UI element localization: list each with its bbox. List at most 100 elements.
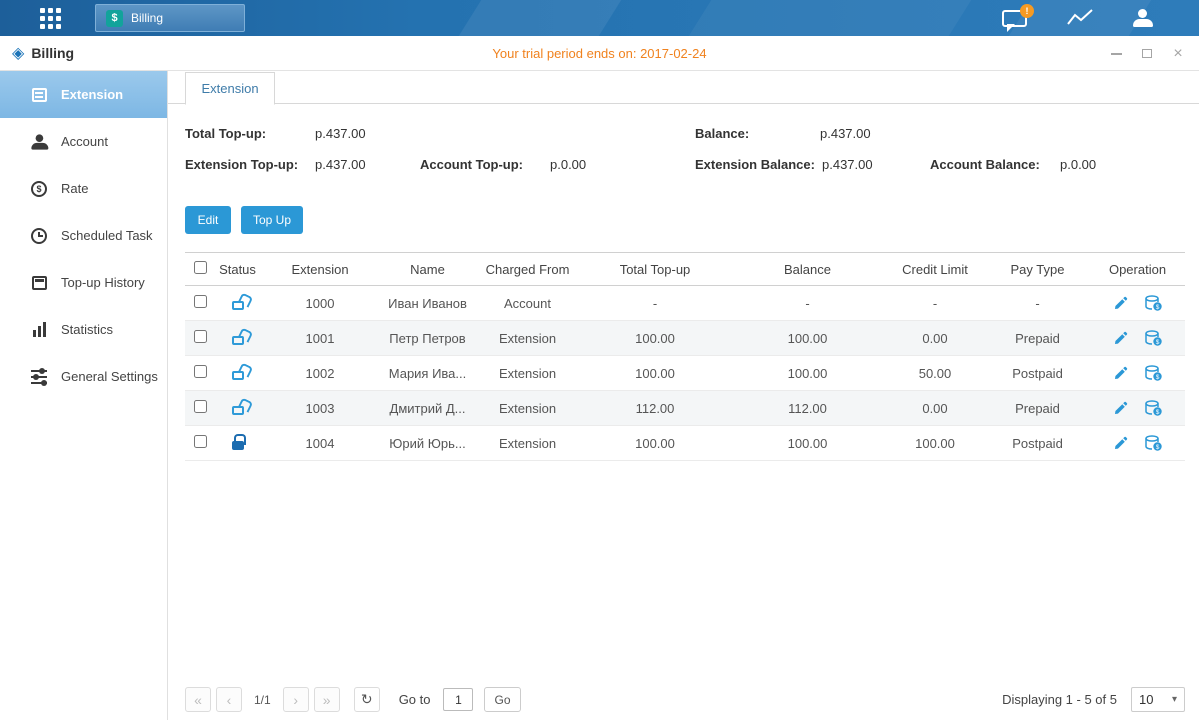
- edit-pencil-icon[interactable]: [1113, 296, 1128, 311]
- col-balance: Balance: [730, 262, 885, 277]
- sidebar-item-label: Statistics: [61, 322, 113, 337]
- row-checkbox[interactable]: [194, 365, 207, 378]
- edit-pencil-icon[interactable]: [1113, 331, 1128, 346]
- table-row[interactable]: 1003 Дмитрий Д... Extension 112.00 112.0…: [185, 391, 1185, 426]
- table-row[interactable]: 1000 Иван Иванов Account - - - - $: [185, 286, 1185, 321]
- charged-from-cell: Extension: [475, 436, 580, 451]
- sidebar-item-rate[interactable]: Rate: [0, 165, 167, 212]
- sidebar-item-extension[interactable]: Extension: [0, 71, 167, 118]
- table-row[interactable]: 1001 Петр Петров Extension 100.00 100.00…: [185, 321, 1185, 356]
- col-credit-limit: Credit Limit: [885, 262, 985, 277]
- extension-topup-value: p.437.00: [315, 157, 366, 172]
- sidebar-item-label: Account: [61, 134, 108, 149]
- edit-pencil-icon[interactable]: [1113, 401, 1128, 416]
- col-extension: Extension: [260, 262, 380, 277]
- total-topup-cell: -: [580, 296, 730, 311]
- balance-cell: 100.00: [730, 436, 885, 451]
- statistics-chart-icon[interactable]: [1067, 9, 1093, 27]
- svg-text:$: $: [1156, 304, 1160, 311]
- charged-from-cell: Extension: [475, 401, 580, 416]
- topbar-decoration: [459, 0, 621, 36]
- sidebar: Extension Account Rate Scheduled Task To…: [0, 71, 168, 720]
- go-button[interactable]: Go: [484, 687, 520, 712]
- extension-balance-label: Extension Balance:: [695, 157, 815, 172]
- pagination-bar: « ‹ 1/1 › » ↻ Go to Go Displaying 1 - 5 …: [185, 687, 1185, 712]
- notifications-chat-icon[interactable]: !: [1002, 10, 1027, 27]
- row-checkbox[interactable]: [194, 400, 207, 413]
- billing-app-window: $ Billing ! ◈ Billing Your trial period …: [0, 0, 1199, 720]
- col-pay-type: Pay Type: [985, 262, 1090, 277]
- total-topup-cell: 100.00: [580, 331, 730, 346]
- close-icon[interactable]: ×: [1171, 47, 1185, 61]
- credit-limit-cell: 0.00: [885, 401, 985, 416]
- account-balance-value: p.0.00: [1060, 157, 1096, 172]
- credit-limit-cell: -: [885, 296, 985, 311]
- main-content: Extension Total Top-up: p.437.00 Balance…: [168, 71, 1199, 720]
- total-topup-label: Total Top-up:: [185, 126, 266, 141]
- top-up-money-icon[interactable]: $: [1144, 330, 1162, 346]
- col-total-topup: Total Top-up: [580, 262, 730, 277]
- sidebar-item-topup-history[interactable]: Top-up History: [0, 259, 167, 306]
- name-cell: Мария Ива...: [380, 366, 475, 381]
- row-checkbox[interactable]: [194, 330, 207, 343]
- first-page-button[interactable]: «: [185, 687, 211, 712]
- account-topup-label: Account Top-up:: [420, 157, 523, 172]
- last-page-button[interactable]: »: [314, 687, 340, 712]
- goto-page-input[interactable]: [443, 688, 473, 711]
- table-row[interactable]: 1002 Мария Ива... Extension 100.00 100.0…: [185, 356, 1185, 391]
- row-checkbox[interactable]: [194, 295, 207, 308]
- status-lock-icon: [232, 301, 244, 310]
- extension-balance-value: p.437.00: [822, 157, 873, 172]
- top-up-money-icon[interactable]: $: [1144, 295, 1162, 311]
- name-cell: Юрий Юрь...: [380, 436, 475, 451]
- refresh-icon[interactable]: ↻: [354, 687, 380, 712]
- pay-type-cell: Postpaid: [985, 366, 1090, 381]
- page-size-value: 10: [1139, 692, 1153, 707]
- name-cell: Иван Иванов: [380, 296, 475, 311]
- tab-strip: Extension: [168, 71, 1199, 104]
- edit-pencil-icon[interactable]: [1113, 366, 1128, 381]
- top-up-money-icon[interactable]: $: [1144, 365, 1162, 381]
- notification-badge: !: [1020, 4, 1034, 18]
- billing-app-tab[interactable]: $ Billing: [95, 4, 245, 32]
- select-all-checkbox[interactable]: [194, 261, 207, 274]
- pay-type-cell: -: [985, 296, 1090, 311]
- tab-extension[interactable]: Extension: [185, 72, 275, 105]
- user-account-icon[interactable]: [1133, 9, 1153, 27]
- minimize-icon[interactable]: [1109, 47, 1123, 61]
- displaying-text: Displaying 1 - 5 of 5: [1002, 692, 1117, 707]
- total-topup-cell: 112.00: [580, 401, 730, 416]
- top-up-money-icon[interactable]: $: [1144, 400, 1162, 416]
- sidebar-item-account[interactable]: Account: [0, 118, 167, 165]
- topbar-decoration: [689, 0, 971, 36]
- balance-cell: 112.00: [730, 401, 885, 416]
- pay-type-cell: Prepaid: [985, 401, 1090, 416]
- next-page-button[interactable]: ›: [283, 687, 309, 712]
- sidebar-item-label: General Settings: [61, 369, 158, 384]
- top-up-button[interactable]: Top Up: [241, 206, 303, 234]
- extension-table: Status Extension Name Charged From Total…: [185, 252, 1185, 461]
- apps-grid-icon[interactable]: [40, 8, 61, 29]
- balance-value: p.437.00: [820, 126, 871, 141]
- balance-cell: -: [730, 296, 885, 311]
- sidebar-item-label: Rate: [61, 181, 88, 196]
- edit-pencil-icon[interactable]: [1113, 436, 1128, 451]
- sidebar-item-statistics[interactable]: Statistics: [0, 306, 167, 353]
- table-row[interactable]: 1004 Юрий Юрь... Extension 100.00 100.00…: [185, 426, 1185, 461]
- top-up-money-icon[interactable]: $: [1144, 435, 1162, 451]
- sidebar-item-general-settings[interactable]: General Settings: [0, 353, 167, 400]
- status-lock-icon: [232, 336, 244, 345]
- sliders-icon: [30, 370, 48, 384]
- page-size-select[interactable]: 10 ▾: [1131, 687, 1185, 712]
- charged-from-cell: Extension: [475, 331, 580, 346]
- maximize-icon[interactable]: [1140, 47, 1154, 61]
- total-topup-cell: 100.00: [580, 366, 730, 381]
- trial-period-notice: Your trial period ends on: 2017-02-24: [0, 46, 1199, 61]
- row-checkbox[interactable]: [194, 435, 207, 448]
- sidebar-item-scheduled-task[interactable]: Scheduled Task: [0, 212, 167, 259]
- extension-icon: [30, 88, 48, 102]
- page-indicator: 1/1: [254, 693, 271, 707]
- edit-button[interactable]: Edit: [185, 206, 231, 234]
- total-topup-cell: 100.00: [580, 436, 730, 451]
- prev-page-button[interactable]: ‹: [216, 687, 242, 712]
